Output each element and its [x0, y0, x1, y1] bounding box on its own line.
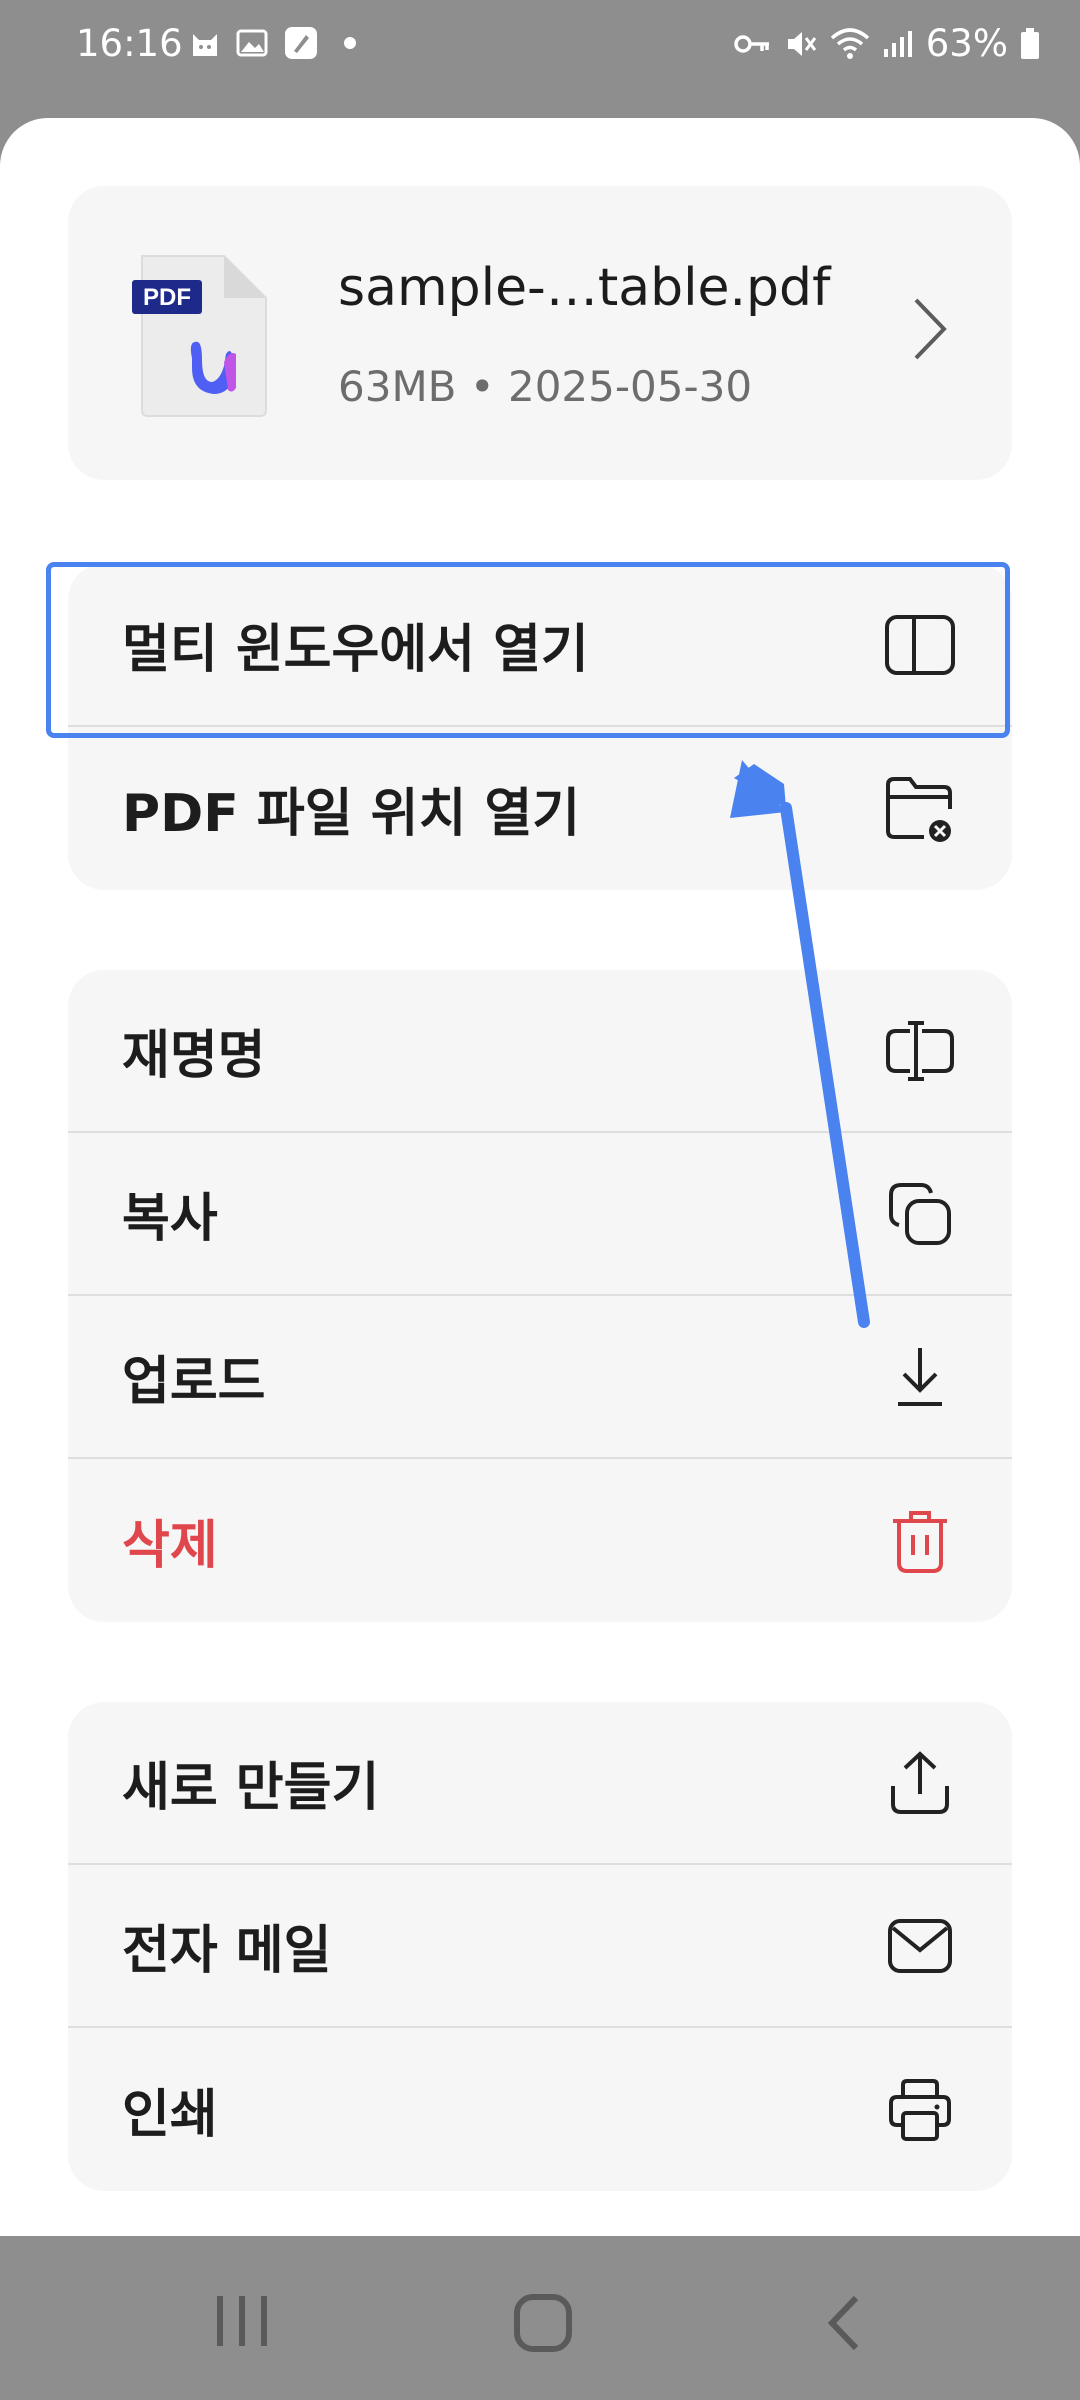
- menu-item-print[interactable]: 인쇄: [68, 2028, 1012, 2191]
- menu-item-copy[interactable]: 복사: [68, 1133, 1012, 1296]
- menu-item-label: 복사: [122, 1189, 218, 1249]
- pdf-badge-label: PDF: [143, 284, 191, 311]
- battery-percent: 63%: [925, 22, 1008, 65]
- download-icon: [884, 1341, 956, 1413]
- folder-icon: [884, 773, 956, 845]
- menu-item-label: PDF 파일 위치 열기: [122, 784, 581, 844]
- trash-icon: [884, 1505, 956, 1577]
- navigation-bar: [0, 2236, 1080, 2400]
- chevron-right-icon[interactable]: [910, 294, 950, 364]
- menu-item-label: 재명명: [122, 1026, 266, 1086]
- image-icon: [236, 29, 268, 57]
- file-info-card[interactable]: PDF sample-…table.pdf 63MB • 2025-05-30: [68, 186, 1012, 480]
- mail-icon: [884, 1910, 956, 1982]
- wifi-icon: [830, 27, 869, 59]
- menu-item-email[interactable]: 전자 메일: [68, 1865, 1012, 2028]
- menu-item-label: 인쇄: [122, 2085, 218, 2145]
- copy-icon: [884, 1178, 956, 1250]
- menu-item-rename[interactable]: 재명명: [68, 970, 1012, 1133]
- status-bar: 16:16 63%: [0, 0, 1080, 90]
- key-icon: [734, 34, 769, 53]
- menu-item-label: 전자 메일: [122, 1921, 332, 1981]
- home-icon[interactable]: [514, 2294, 572, 2352]
- menu-item-delete[interactable]: 삭제: [68, 1459, 1012, 1622]
- battery-icon: [1021, 27, 1039, 59]
- pdf-file-icon: PDF: [132, 255, 267, 417]
- menu-item-new[interactable]: 새로 만들기: [68, 1702, 1012, 1865]
- menu-item-open-location[interactable]: PDF 파일 위치 열기: [68, 727, 1012, 890]
- recent-apps-icon[interactable]: [214, 2294, 270, 2348]
- back-icon[interactable]: [826, 2294, 862, 2352]
- rename-icon: [884, 1015, 956, 1087]
- menu-group-file-actions: 재명명 복사 업로드 삭제: [68, 970, 1012, 1622]
- menu-item-label: 삭제: [122, 1516, 218, 1576]
- pen-icon: [285, 27, 317, 59]
- menu-group-share: 새로 만들기 전자 메일 인쇄: [68, 1702, 1012, 2191]
- status-time: 16:16: [76, 22, 183, 65]
- highlight-box: [46, 562, 1010, 738]
- bottom-sheet: PDF sample-…table.pdf 63MB • 2025-05-30 …: [0, 118, 1080, 2236]
- printer-icon: [884, 2074, 956, 2146]
- file-meta: 63MB • 2025-05-30: [338, 362, 753, 411]
- cat-icon: [193, 34, 217, 56]
- menu-item-label: 업로드: [122, 1352, 266, 1412]
- file-name: sample-…table.pdf: [338, 258, 831, 318]
- menu-item-label: 새로 만들기: [122, 1758, 380, 1818]
- signal-icon: [883, 30, 912, 57]
- mute-icon: [787, 31, 816, 56]
- menu-item-upload[interactable]: 업로드: [68, 1296, 1012, 1459]
- share-icon: [884, 1747, 956, 1819]
- dot-icon: [344, 37, 356, 49]
